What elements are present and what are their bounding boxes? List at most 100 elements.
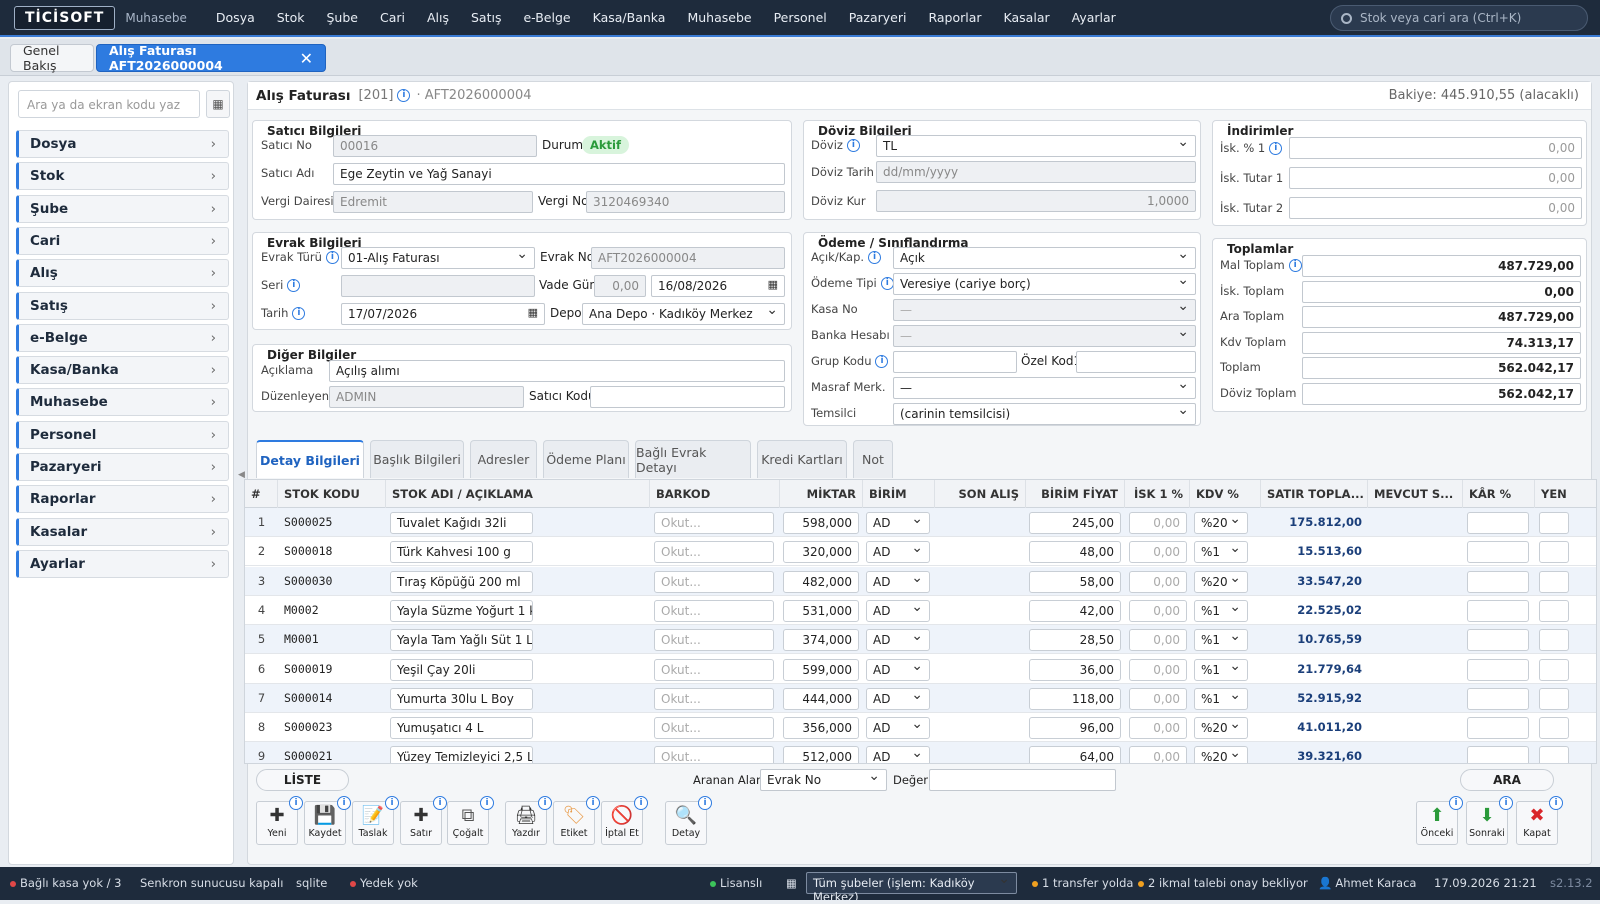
tax-office-field[interactable]: Edremit	[333, 191, 533, 213]
menu-item-3[interactable]: Cari	[369, 10, 416, 25]
col-header-13[interactable]: YEN	[1535, 480, 1596, 508]
extra-field[interactable]	[1539, 512, 1569, 534]
menu-item-10[interactable]: Pazaryeri	[838, 10, 918, 25]
stock-name-field[interactable]: Tıraş Köpüğü 200 ml	[390, 570, 533, 593]
toolbar-button-6[interactable]: 🏷 Etiket i	[553, 796, 600, 845]
price-field[interactable]: 96,00	[1029, 717, 1121, 740]
price-field[interactable]: 118,00	[1029, 687, 1121, 710]
stock-name-field[interactable]: Yumurta 30lu L Boy	[390, 687, 533, 710]
representative-select[interactable]: (carinin temsilcisi)	[893, 403, 1196, 425]
menu-item-11[interactable]: Raporlar	[917, 10, 992, 25]
menu-item-5[interactable]: Satış	[460, 10, 512, 25]
stock-name-field[interactable]: Yayla Süzme Yoğurt 1 kg	[390, 599, 533, 622]
grid-view-icon[interactable]: ▦	[206, 90, 230, 118]
sidebar-item-12[interactable]: Kasalar ›	[16, 517, 229, 546]
detail-tab-6[interactable]: Not	[853, 440, 893, 478]
currency-select[interactable]: TL	[876, 135, 1196, 157]
sidebar-item-8[interactable]: Muhasebe ›	[16, 388, 229, 417]
extra-field[interactable]	[1539, 570, 1569, 593]
sidebar-search-input[interactable]: Ara ya da ekran kodu yaz	[18, 90, 200, 118]
info-icon[interactable]: i	[289, 796, 303, 810]
quantity-field[interactable]: 512,000	[783, 746, 859, 763]
due-days-field[interactable]: 0,00	[594, 275, 646, 297]
vat-select[interactable]: %20	[1194, 512, 1248, 534]
menu-item-12[interactable]: Kasalar	[993, 10, 1061, 25]
toolbar-button-1[interactable]: 💾 Kaydet i	[304, 796, 351, 845]
menu-item-6[interactable]: e-Belge	[512, 10, 581, 25]
info-icon[interactable]: i	[868, 251, 882, 264]
detail-tab-1[interactable]: Başlık Bilgileri	[370, 440, 464, 478]
profit-field[interactable]	[1467, 512, 1529, 534]
info-icon[interactable]: i	[538, 796, 552, 810]
tax-no-field[interactable]: 3120469340	[586, 191, 785, 213]
toolbar-button-3[interactable]: ✚ Satır i	[400, 796, 447, 845]
quantity-field[interactable]: 320,000	[783, 541, 859, 564]
info-icon[interactable]: i	[397, 89, 411, 102]
col-header-5[interactable]: BİRİM	[863, 480, 935, 508]
seller-no-field[interactable]: 00016	[333, 135, 537, 157]
price-field[interactable]: 36,00	[1029, 658, 1121, 681]
vat-select[interactable]: %1	[1194, 599, 1248, 622]
nav-button-0[interactable]: ⬆ Önceki i	[1416, 796, 1463, 845]
series-field[interactable]	[341, 275, 535, 297]
stock-name-field[interactable]: Yüzey Temizleyici 2,5 L	[390, 746, 533, 763]
quantity-field[interactable]: 531,000	[783, 599, 859, 622]
unit-select[interactable]: AD	[866, 717, 930, 740]
discount-field[interactable]: 0,00	[1129, 629, 1187, 652]
discount-field[interactable]: 0,00	[1129, 570, 1187, 593]
profit-field[interactable]	[1467, 717, 1529, 740]
discount-field[interactable]: 0,00	[1129, 541, 1187, 564]
stock-name-field[interactable]: Yumuşatıcı 4 L	[390, 717, 533, 740]
payment-type-select[interactable]: Veresiye (cariye borç)	[893, 273, 1196, 295]
vat-select[interactable]: %1	[1194, 541, 1248, 564]
search-field-select[interactable]: Evrak No	[760, 769, 887, 791]
col-header-6[interactable]: SON ALIŞ	[935, 480, 1026, 508]
table-row[interactable]: 9 S000021 Yüzey Temizleyici 2,5 L Okut... 51…	[245, 742, 1596, 763]
table-row[interactable]: 7 S000014 Yumurta 30lu L Boy Okut... 444,000…	[245, 683, 1596, 713]
table-row[interactable]: 1 S000025 Tuvalet Kağıdı 32li Okut... 598,00…	[245, 508, 1596, 537]
col-header-4[interactable]: MİKTAR	[780, 480, 863, 508]
quantity-field[interactable]: 599,000	[783, 658, 859, 681]
barcode-field[interactable]: Okut...	[654, 599, 774, 622]
toolbar-button-2[interactable]: 📝 Taslak i	[352, 796, 399, 845]
tab-overview[interactable]: Genel Bakış	[10, 43, 94, 73]
discount-field[interactable]: 0,00	[1129, 687, 1187, 710]
info-icon[interactable]: i	[385, 796, 399, 810]
discount-field[interactable]: 0,00	[1129, 717, 1187, 740]
menu-item-13[interactable]: Ayarlar	[1061, 10, 1127, 25]
price-field[interactable]: 64,00	[1029, 746, 1121, 763]
quantity-field[interactable]: 444,000	[783, 687, 859, 710]
col-header-7[interactable]: BİRİM FİYAT	[1026, 480, 1125, 508]
col-header-9[interactable]: KDV %	[1190, 480, 1261, 508]
table-row[interactable]: 2 S000018 Türk Kahvesi 100 g Okut... 320,000…	[245, 537, 1596, 567]
extra-field[interactable]	[1539, 541, 1569, 564]
info-icon[interactable]: i	[1288, 259, 1302, 272]
info-icon[interactable]: i	[325, 251, 339, 264]
group-code-field[interactable]	[893, 351, 1017, 373]
discount-field[interactable]: 0,00	[1129, 658, 1187, 681]
discount-field[interactable]: 0,00	[1129, 746, 1187, 763]
discount-field[interactable]: 0,00	[1129, 599, 1187, 622]
info-icon[interactable]: i	[292, 307, 306, 320]
profit-field[interactable]	[1467, 687, 1529, 710]
profit-field[interactable]	[1467, 629, 1529, 652]
quantity-field[interactable]: 356,000	[783, 717, 859, 740]
toolbar-button-7[interactable]: 🚫 İptal Et i	[601, 796, 648, 845]
open-closed-select[interactable]: Açık	[893, 247, 1196, 269]
vat-select[interactable]: %1	[1194, 687, 1248, 710]
unit-select[interactable]: AD	[866, 629, 930, 652]
currency-rate-field[interactable]: 1,0000	[876, 190, 1196, 212]
sidebar-item-10[interactable]: Pazaryeri ›	[16, 453, 229, 481]
profit-field[interactable]	[1467, 570, 1529, 593]
sidebar-item-6[interactable]: e-Belge ›	[16, 323, 229, 352]
detail-tab-5[interactable]: Kredi Kartları	[757, 440, 847, 478]
info-icon[interactable]: i	[337, 796, 351, 810]
info-icon[interactable]: i	[846, 139, 860, 152]
currency-date-field[interactable]: dd/mm/yyyy	[876, 161, 1196, 183]
price-field[interactable]: 48,00	[1029, 541, 1121, 564]
vat-select[interactable]: %1	[1194, 629, 1248, 652]
global-search[interactable]: Stok veya cari ara (Ctrl+K)	[1330, 5, 1588, 31]
extra-field[interactable]	[1539, 658, 1569, 681]
toolbar-button-8[interactable]: 🔍 Detay i	[665, 796, 712, 845]
branch-select[interactable]: Tüm şubeler (işlem: Kadıköy Merkez)	[806, 871, 1017, 904]
